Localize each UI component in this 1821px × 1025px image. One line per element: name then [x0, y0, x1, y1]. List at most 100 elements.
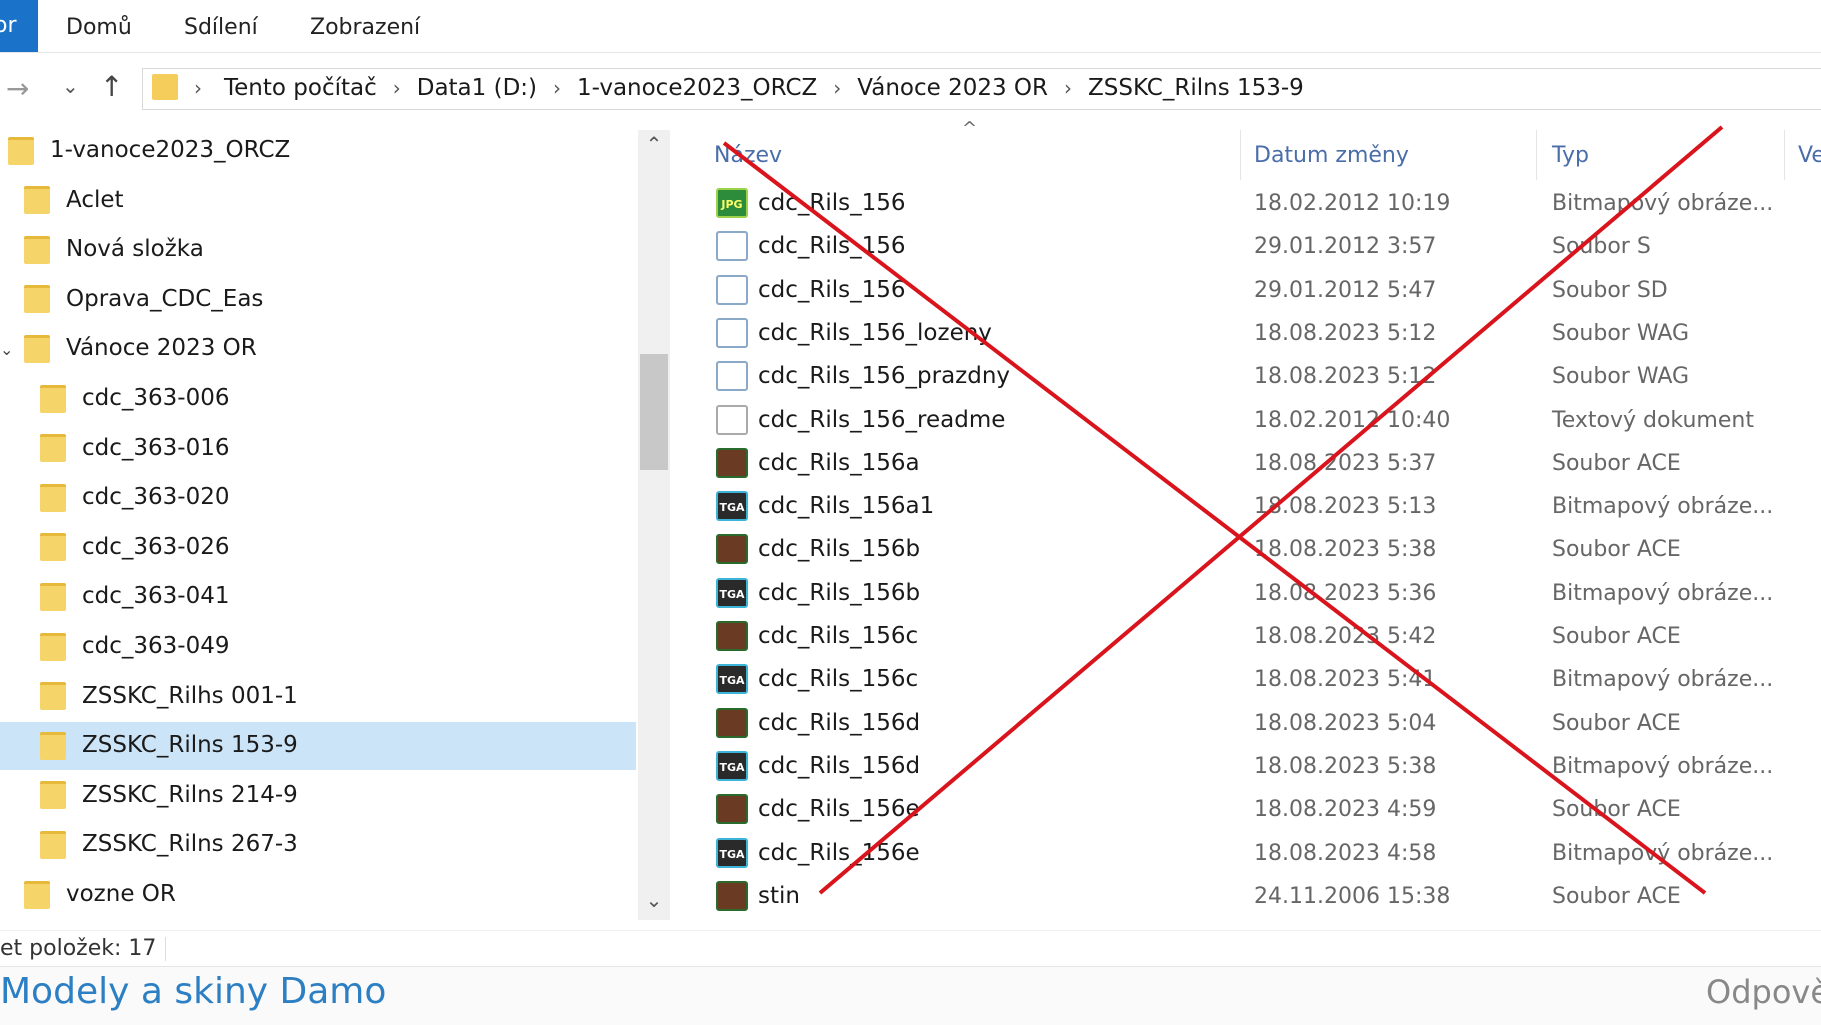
text-file-icon: [716, 404, 748, 435]
ace-texture-icon: [716, 621, 748, 651]
tree-item[interactable]: vozne OR: [24, 871, 176, 917]
breadcrumb-vanoce-orcz[interactable]: 1-vanoce2023_ORCZ: [577, 75, 817, 101]
column-divider[interactable]: [1784, 130, 1785, 180]
breadcrumb-this-pc[interactable]: Tento počítač: [224, 75, 377, 101]
file-row[interactable]: cdc_Rils_156a 18.08.2023 5:37 Soubor ACE: [700, 442, 1820, 485]
reply-button[interactable]: Odpově: [1706, 973, 1821, 1011]
breadcrumb-current-folder[interactable]: ZSSKC_Rilns 153-9: [1088, 75, 1304, 101]
tree-item[interactable]: ZSSKC_Rilns 214-9: [40, 772, 298, 818]
chevron-down-icon[interactable]: ⌄: [0, 340, 13, 359]
file-row[interactable]: cdc_Rils_156_prazdny 18.08.2023 5:12 Soubo…: [700, 355, 1820, 398]
tree-item[interactable]: ZSSKC_Rilns 267-3: [40, 821, 298, 867]
file-row[interactable]: TGA cdc_Rils_156a1 18.08.2023 5:13 Bitmapov…: [700, 485, 1820, 528]
tree-item-label: cdc_363-006: [82, 385, 230, 411]
tree-item-label: Oprava_CDC_Eas: [66, 285, 264, 312]
file-name: cdc_Rils_156: [758, 233, 906, 260]
breadcrumb-vanoce-2023-or[interactable]: Vánoce 2023 OR: [857, 75, 1048, 101]
tree-item-label: cdc_363-041: [82, 583, 230, 610]
tree-item[interactable]: Aclet: [24, 177, 124, 223]
breadcrumb: Tento počítač › Data1 (D:) › 1-vanoce2023_OR…: [224, 68, 1304, 108]
file-type: Soubor ACE: [1552, 537, 1681, 563]
tga-file-icon: TGA: [716, 491, 748, 522]
scroll-up-icon[interactable]: ⌃: [638, 132, 670, 156]
file-type: Soubor S: [1552, 234, 1651, 260]
file-date: 18.08.2023 5:04: [1254, 710, 1437, 736]
file-date: 18.02.2012 10:19: [1254, 191, 1451, 216]
column-header-date[interactable]: Datum změny: [1254, 136, 1409, 176]
tree-item[interactable]: cdc_363-016: [40, 425, 230, 471]
tree-item[interactable]: cdc_363-020: [40, 474, 230, 520]
tree-item[interactable]: cdc_363-006: [40, 375, 230, 421]
file-date: 18.08.2023 4:59: [1254, 797, 1437, 823]
breadcrumb-data1[interactable]: Data1 (D:): [417, 75, 537, 101]
file-row[interactable]: cdc_Rils_156_lozeny 18.08.2023 5:12 Soubor…: [700, 312, 1820, 355]
file-type: Bitmapový obráze...: [1552, 494, 1774, 520]
file-row[interactable]: cdc_Rils_156e 18.08.2023 4:59 Soubor ACE: [700, 788, 1820, 831]
tree-item[interactable]: Vánoce 2023 OR: [24, 325, 257, 371]
tree-item[interactable]: cdc_363-049: [40, 623, 230, 669]
file-row[interactable]: cdc_Rils_156b 18.08.2023 5:38 Soubor ACE: [700, 528, 1820, 571]
file-row[interactable]: TGA cdc_Rils_156d 18.08.2023 5:38 Bitmapový…: [700, 745, 1820, 788]
file-row[interactable]: TGA cdc_Rils_156b 18.08.2023 5:36 Bitmapový…: [700, 572, 1820, 615]
file-row[interactable]: cdc_Rils_156d 18.08.2023 5:04 Soubor ACE: [700, 702, 1820, 745]
file-row[interactable]: cdc_Rils_156_readme 18.02.2012 10:40 Texto…: [700, 399, 1820, 442]
scroll-down-icon[interactable]: ⌄: [638, 888, 670, 912]
column-header-type[interactable]: Typ: [1552, 136, 1589, 176]
chevron-right-icon: ›: [833, 76, 842, 100]
tree-scrollbar[interactable]: ⌃ ⌄: [638, 130, 670, 920]
file-name: cdc_Rils_156_lozeny: [758, 319, 992, 346]
file-row[interactable]: cdc_Rils_156c 18.08.2023 5:42 Soubor ACE: [700, 615, 1820, 658]
file-date: 18.08.2023 5:42: [1254, 624, 1437, 649]
column-header-name[interactable]: Název: [714, 136, 782, 176]
tree-item[interactable]: cdc_363-041: [40, 573, 230, 619]
tree-item[interactable]: ZSSKC_Rilhs 001-1: [40, 673, 298, 719]
tree-item-label: 1-vanoce2023_ORCZ: [50, 137, 291, 163]
file-type: Soubor WAG: [1552, 320, 1690, 346]
forum-thread-title[interactable]: Modely a skiny Damo: [0, 971, 386, 1012]
file-row[interactable]: cdc_Rils_156 29.01.2012 5:47 Soubor SD: [700, 269, 1820, 312]
folder-icon: [40, 682, 66, 711]
tab-home[interactable]: Domů: [66, 0, 132, 52]
file-date: 29.01.2012 3:57: [1254, 234, 1437, 260]
file-row[interactable]: TGA cdc_Rils_156c 18.08.2023 5:41 Bitmapový…: [700, 658, 1820, 701]
column-divider[interactable]: [1536, 130, 1537, 180]
file-date: 18.02.2012 10:40: [1254, 407, 1451, 433]
folder-icon: [40, 830, 66, 859]
file-row[interactable]: cdc_Rils_156 29.01.2012 3:57 Soubor S: [700, 225, 1820, 268]
sort-ascending-icon: ^: [962, 118, 978, 139]
tree-item[interactable]: Oprava_CDC_Eas: [24, 276, 263, 322]
tab-share[interactable]: Sdílení: [184, 0, 258, 52]
up-arrow-icon[interactable]: ↑: [100, 70, 123, 103]
tga-file-icon: TGA: [716, 750, 748, 781]
tree-item-label: ZSSKC_Rilns 153-9: [82, 732, 298, 759]
tree-item[interactable]: ZSSKC_Rilns 153-9: [40, 722, 298, 768]
folder-icon: [24, 285, 50, 314]
recent-locations-chevron-icon[interactable]: ⌄: [62, 74, 79, 98]
column-divider[interactable]: [1240, 130, 1241, 180]
tree-item[interactable]: 1-vanoce2023_ORCZ: [8, 127, 290, 173]
tree-item-label: vozne OR: [66, 881, 176, 907]
generic-file-icon: [716, 231, 748, 262]
file-tab[interactable]: or: [0, 0, 38, 52]
file-type: Soubor ACE: [1552, 797, 1681, 823]
file-date: 18.08.2023 5:41: [1254, 667, 1437, 693]
file-name: cdc_Rils_156a1: [758, 493, 935, 520]
file-row[interactable]: TGA cdc_Rils_156e 18.08.2023 4:58 Bitmapový…: [700, 832, 1820, 875]
chevron-right-icon: ›: [392, 76, 401, 100]
forward-arrow-icon[interactable]: →: [6, 72, 29, 105]
file-row[interactable]: stin 24.11.2006 15:38 Soubor ACE: [700, 875, 1820, 918]
file-name: cdc_Rils_156d: [758, 709, 921, 736]
folder-icon: [40, 781, 66, 810]
scroll-thumb[interactable]: [640, 354, 668, 470]
tree-item[interactable]: Nová složka: [24, 226, 204, 272]
tree-item-label: Aclet: [66, 186, 124, 213]
forum-strip: Modely a skiny Damo Odpově: [0, 966, 1821, 1025]
file-name: cdc_Rils_156d: [758, 752, 921, 779]
tree-item[interactable]: cdc_363-026: [40, 524, 230, 570]
file-row[interactable]: JPG cdc_Rils_156 18.02.2012 10:19 Bitmapový…: [700, 182, 1820, 225]
tab-view[interactable]: Zobrazení: [310, 0, 420, 52]
file-name: cdc_Rils_156: [758, 276, 906, 303]
column-header-size[interactable]: Ve: [1798, 136, 1821, 176]
file-type: Soubor ACE: [1552, 624, 1681, 649]
ribbon: or Domů Sdílení Zobrazení: [0, 0, 1821, 53]
